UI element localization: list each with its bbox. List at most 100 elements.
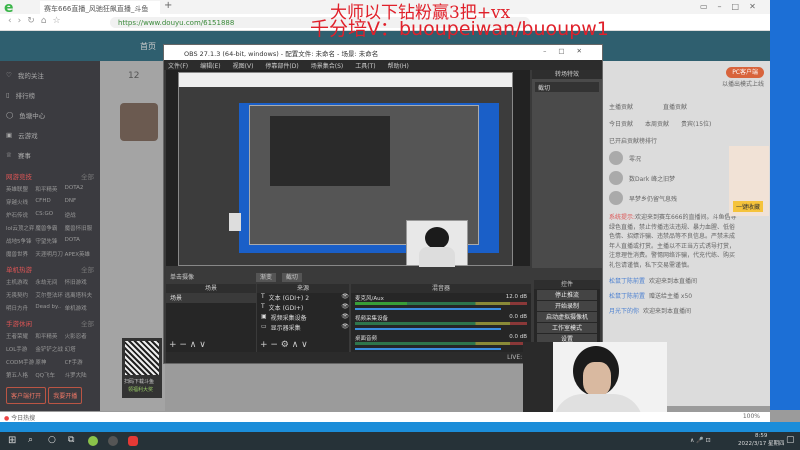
game-link[interactable]: 魔兽争霸 — [35, 224, 64, 232]
clock[interactable]: 8:59 2022/3/17 星期四 — [738, 433, 784, 447]
chat-tab[interactable]: 贵宾(15位) — [681, 119, 711, 128]
game-link[interactable]: 无畏契约 — [6, 291, 35, 299]
sidebar-item-rank[interactable]: ▯ 排行榜 — [6, 85, 94, 105]
game-link[interactable]: 逃离塔科夫 — [65, 291, 94, 299]
cortana-icon[interactable]: ○ — [48, 435, 56, 445]
section-more[interactable]: 全部 — [81, 171, 94, 181]
game-link[interactable]: 魔兽世界 — [6, 250, 35, 258]
menu-item[interactable]: 文件(F) — [168, 61, 188, 70]
scene-item[interactable]: 场景 — [166, 293, 256, 303]
game-link[interactable]: APEX英雄 — [65, 250, 94, 258]
avatar[interactable] — [120, 103, 158, 141]
game-link[interactable]: Dead by.. — [35, 304, 64, 312]
tab-fans[interactable]: 直播贡献 — [663, 102, 687, 111]
game-link[interactable]: 守望先锋 — [35, 237, 64, 245]
menu-item[interactable]: 帮助(H) — [388, 61, 409, 70]
chat-user[interactable]: 松鼠丁陈前置 — [609, 278, 645, 285]
qr-card[interactable]: 扫码下载斗鱼 领福利大奖 — [122, 338, 162, 398]
promo-button[interactable]: 一键收藏 — [733, 201, 764, 212]
source-item[interactable]: T 文本 (GDI+) 2 👁 — [257, 293, 349, 303]
control-button[interactable]: 停止推流 — [537, 290, 597, 300]
control-button[interactable]: 启动虚拟摄像机 — [537, 312, 597, 322]
chat-user[interactable]: 松鼠丁陈前置 — [609, 293, 645, 300]
sidebar-item-follow[interactable]: ♡ 我的关注 — [6, 65, 94, 85]
zoom-level[interactable]: 100% — [743, 413, 760, 420]
go-live-button[interactable]: 我要开播 — [48, 387, 83, 404]
game-link[interactable]: 斗罗大陆 — [65, 371, 94, 379]
game-link[interactable]: lol云顶之弈 — [6, 224, 35, 232]
volume-slider[interactable] — [355, 328, 502, 330]
game-link[interactable]: CF手游 — [65, 358, 94, 366]
client-open-button[interactable]: 客户端打开 — [6, 387, 47, 404]
transition-select[interactable]: 截切 — [535, 82, 599, 92]
game-link[interactable]: 逆战 — [65, 211, 94, 219]
visibility-icon[interactable]: 👁 — [341, 323, 349, 333]
source-toolbar[interactable]: + − ⚙ ∧ ∨ — [260, 340, 308, 350]
visibility-icon[interactable]: 👁 — [341, 313, 349, 323]
taskview-icon[interactable]: ⧉ — [68, 435, 74, 445]
game-link[interactable]: 天涯明月刀 — [35, 250, 64, 258]
visibility-icon[interactable]: 👁 — [341, 303, 349, 313]
menu-item[interactable]: 工具(T) — [355, 61, 375, 70]
tab-contrib[interactable]: 主播贡献 — [609, 102, 633, 111]
game-link[interactable]: 金铲铲之战 — [35, 345, 64, 353]
sidebar-item-events[interactable]: ♕ 赛事 — [6, 145, 94, 165]
game-link[interactable]: DOTA2 — [65, 185, 94, 193]
source-item[interactable]: T 文本 (GDI+) 👁 — [257, 303, 349, 313]
cut-button[interactable]: 截切 — [281, 273, 302, 282]
game-link[interactable]: DOTA — [65, 237, 94, 245]
volume-slider[interactable] — [355, 308, 502, 310]
chat-tab[interactable]: 今日贡献 — [609, 119, 633, 128]
control-button[interactable]: 开始录制 — [537, 301, 597, 311]
window-controls[interactable]: ▭–□✕ — [700, 2, 766, 11]
search-icon[interactable]: ⌕ — [28, 435, 33, 445]
menu-item[interactable]: 视图(V) — [233, 61, 254, 70]
sidebar-item-cloudgame[interactable]: ▣ 云游戏 — [6, 125, 94, 145]
game-link[interactable]: 和平精英 — [35, 185, 64, 193]
game-link[interactable]: 穿越火线 — [6, 198, 35, 206]
scene-toolbar[interactable]: + − ∧ ∨ — [169, 340, 206, 350]
game-link[interactable]: 明日方舟 — [6, 304, 35, 312]
visibility-icon[interactable]: 👁 — [341, 293, 349, 303]
chat-tab[interactable]: 本周贡献 — [645, 119, 669, 128]
game-link[interactable]: 幻塔 — [65, 345, 94, 353]
game-link[interactable]: LOL手游 — [6, 345, 35, 353]
promo-banner[interactable]: 一键收藏 — [729, 146, 769, 216]
menu-item[interactable]: 编辑(E) — [200, 61, 220, 70]
game-link[interactable]: 王者荣耀 — [6, 332, 35, 340]
home-link[interactable]: 首页 — [140, 41, 156, 52]
game-link[interactable]: 炉石传说 — [6, 211, 35, 219]
nav-buttons[interactable]: ‹›↻⌂☆ — [8, 16, 67, 26]
game-link[interactable]: 主机游戏 — [6, 278, 35, 286]
game-link[interactable]: CS:GO — [35, 211, 64, 219]
source-item[interactable]: ▣ 视频采集设备 👁 — [257, 313, 349, 323]
source-item[interactable]: ▭ 显示器采集 👁 — [257, 323, 349, 333]
menu-item[interactable]: 场景集合(S) — [311, 61, 344, 70]
chat-user[interactable]: 月光下的你 — [609, 308, 639, 315]
game-link[interactable]: 怀旧游戏 — [65, 278, 94, 286]
control-button[interactable]: 工作室模式 — [537, 323, 597, 333]
fade-button[interactable]: 渐变 — [255, 273, 276, 282]
game-link[interactable]: QQ飞车 — [35, 371, 64, 379]
game-link[interactable]: 战地5争锋 — [6, 237, 35, 245]
game-link[interactable]: CFHD — [35, 198, 64, 206]
menu-item[interactable]: 停靠部件(D) — [265, 61, 298, 70]
game-link[interactable]: 单机游戏 — [65, 304, 94, 312]
game-link[interactable]: DNF — [65, 198, 94, 206]
notification-icon[interactable]: ▢ — [786, 435, 795, 445]
section-more[interactable]: 全部 — [81, 264, 94, 274]
game-link[interactable]: 第五人格 — [6, 371, 35, 379]
hot-search[interactable]: 今日热搜 — [11, 415, 35, 422]
new-tab-button[interactable]: + — [164, 0, 172, 11]
game-link[interactable]: 永劫无间 — [35, 278, 64, 286]
game-link[interactable]: 英雄联盟 — [6, 185, 35, 193]
obs-preview[interactable] — [166, 70, 530, 267]
game-link[interactable]: 和平精英 — [35, 332, 64, 340]
game-link[interactable]: CODM手游 — [6, 358, 35, 366]
volume-slider[interactable] — [355, 348, 502, 350]
browser-tab[interactable]: 赛车666直播_风驰狂飙直播_斗鱼 — [40, 1, 160, 14]
obs-app-icon[interactable] — [108, 436, 118, 446]
game-link[interactable]: 魔兽怀旧服 — [65, 224, 94, 232]
pc-client-button[interactable]: PC客户端 — [726, 67, 764, 78]
start-icon[interactable]: ⊞ — [8, 435, 16, 446]
